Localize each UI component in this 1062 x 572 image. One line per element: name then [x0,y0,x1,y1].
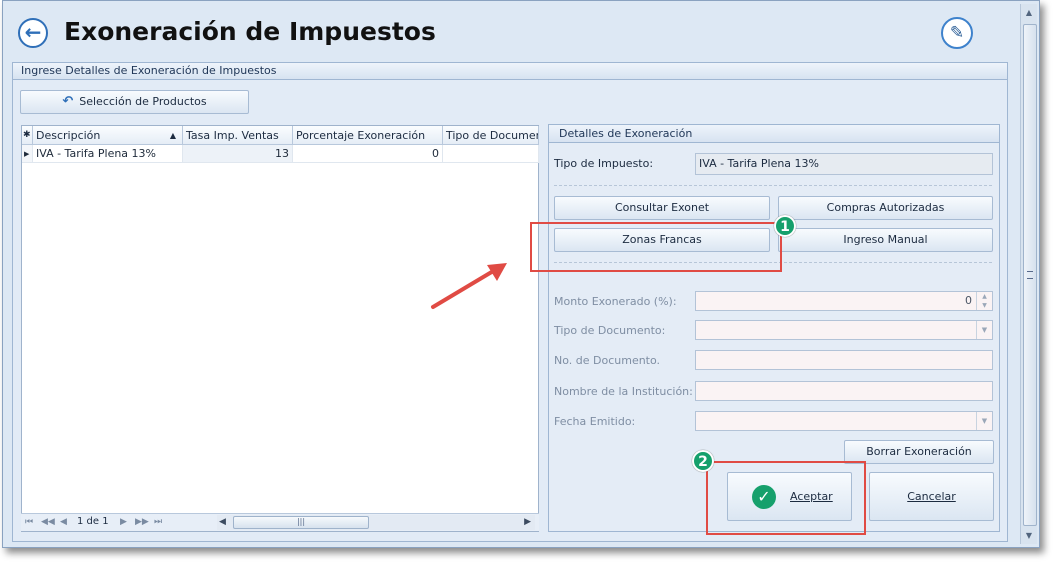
cancelar-label: Cancelar [907,490,956,503]
column-header-label: Tipo de Documen [446,129,539,142]
tipo-documento-label: Tipo de Documento: [554,324,666,337]
column-header-tasa[interactable]: Tasa Imp. Ventas [183,126,293,145]
cell-tasa[interactable]: 13 [183,145,293,163]
highlight-zonas-francas [530,222,782,272]
institucion-label: Nombre de la Institución: [554,385,693,398]
pointer-arrow-icon [431,263,507,309]
undo-arrow-icon: ↶ [62,94,74,109]
next-page-group-icon[interactable]: ▶▶ [135,517,149,527]
highlight-aceptar [706,461,866,535]
tipo-impuesto-label: Tipo de Impuesto: [554,157,654,170]
fecha-emitido-label: Fecha Emitido: [554,415,636,428]
step-badge-2: 2 [692,450,714,472]
column-header-label: Descripción [36,129,101,142]
compras-autorizadas-button[interactable]: Compras Autorizadas [778,196,993,220]
prev-page-icon[interactable]: ◀ [60,517,67,527]
select-products-button[interactable]: ↶ Selección de Productos [20,90,249,114]
horizontal-scrollbar[interactable]: ◀ ||| ▶ [217,515,535,530]
vertical-scrollbar[interactable]: ▲ ▼ [1020,4,1037,544]
grip-icon [1027,271,1033,279]
scroll-down-icon[interactable]: ▼ [1022,529,1036,543]
consultar-exonet-button[interactable]: Consultar Exonet [554,196,770,220]
back-arrow-icon[interactable]: ← [18,18,48,48]
scroll-up-icon[interactable]: ▲ [1022,6,1036,20]
chevron-down-icon[interactable]: ▼ [976,321,992,339]
edit-icon[interactable]: ✎ [941,17,973,49]
grid-pager: ⏮ ◀◀ ◀ 1 de 1 ▶ ▶▶ ⏭ ◀ ||| ▶ [21,513,539,531]
monto-exonerado-label: Monto Exonerado (%): [554,295,677,308]
next-page-icon[interactable]: ▶ [120,517,127,527]
last-page-icon[interactable]: ⏭ [154,517,162,527]
cell-tipo-documento[interactable] [443,145,539,163]
chevron-down-icon[interactable]: ▼ [976,412,992,430]
select-products-label: Selección de Productos [79,95,207,108]
cancelar-button[interactable]: Cancelar [869,472,994,521]
ingreso-manual-button[interactable]: Ingreso Manual [778,228,993,252]
no-documento-input[interactable] [695,350,993,370]
separator [554,185,992,186]
column-header-label: Porcentaje Exoneración [296,129,426,142]
grid-corner-icon: ✱ [22,126,33,145]
column-header-porcentaje[interactable]: Porcentaje Exoneración [293,126,443,145]
cell-porcentaje[interactable]: 0 [293,145,443,163]
scroll-left-icon[interactable]: ◀ [219,517,226,527]
scrollbar-thumb[interactable]: ||| [233,516,369,529]
no-documento-label: No. de Documento. [554,354,661,367]
scroll-right-icon[interactable]: ▶ [524,517,531,527]
products-grid: ✱ Descripción ▲ Tasa Imp. Ventas Porcent… [21,125,539,532]
details-group-header: Detalles de Exoneración [549,125,999,143]
column-header-descripcion[interactable]: Descripción ▲ [33,126,183,145]
column-header-label: Tasa Imp. Ventas [186,129,279,142]
first-page-icon[interactable]: ⏮ [25,517,33,527]
step-badge-1: 1 [774,215,796,237]
institucion-input[interactable] [695,381,993,401]
scrollbar-thumb[interactable] [1023,24,1037,526]
tipo-impuesto-field: IVA - Tarifa Plena 13% [695,153,993,175]
page-title: Exoneración de Impuestos [64,17,436,46]
prev-page-group-icon[interactable]: ◀◀ [41,517,55,527]
column-header-tipo-documento[interactable]: Tipo de Documen [443,126,539,145]
monto-exonerado-value: 0 [965,294,972,307]
row-indicator-icon: ▶ [22,145,33,163]
borrar-exoneracion-button[interactable]: Borrar Exoneración [844,440,994,464]
group-header: Ingrese Detalles de Exoneración de Impue… [13,63,1007,80]
fecha-emitido-picker[interactable]: ▼ [695,411,993,431]
cell-descripcion[interactable]: IVA - Tarifa Plena 13% [33,145,183,163]
sort-asc-icon: ▲ [169,131,176,140]
tipo-documento-select[interactable]: ▼ [695,320,993,340]
page-indicator: 1 de 1 [77,516,109,527]
monto-exonerado-input[interactable]: 0 ▲ ▼ [695,291,993,311]
spin-buttons-icon[interactable]: ▲ ▼ [976,292,992,310]
